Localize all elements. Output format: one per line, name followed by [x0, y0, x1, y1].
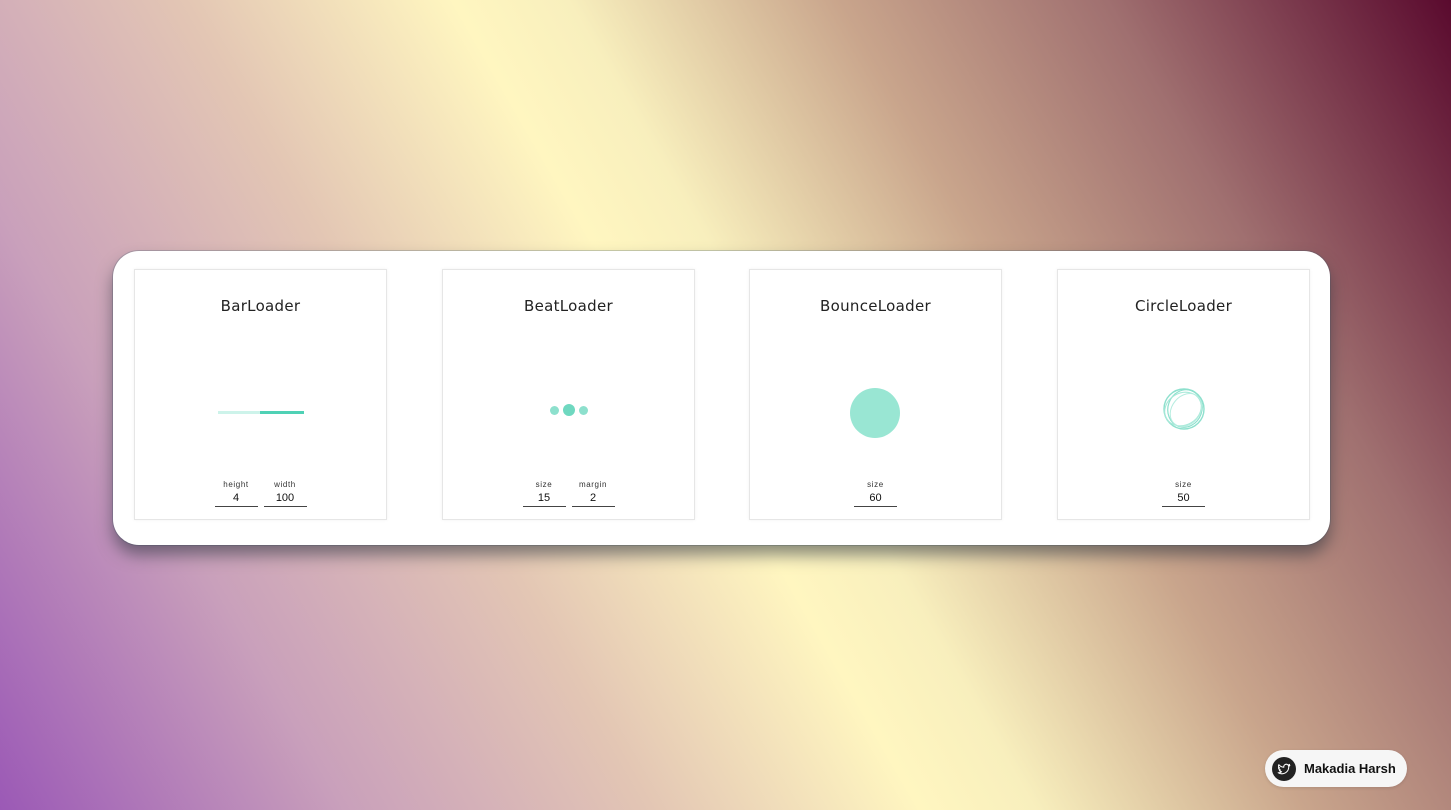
bar-loader-demo	[135, 330, 386, 460]
margin-control: margin	[571, 479, 615, 507]
size-input[interactable]	[854, 490, 897, 507]
height-label: height	[223, 480, 249, 489]
author-name: Makadia Harsh	[1304, 761, 1396, 776]
size-label: size	[535, 480, 553, 489]
beat-dot	[562, 404, 575, 416]
loaders-panel: BarLoader height width BeatLoader	[113, 251, 1330, 545]
beat-dot	[549, 405, 559, 415]
bar-loader-card: BarLoader height width	[134, 269, 387, 520]
circle-loader-demo	[1058, 330, 1309, 460]
beat-loader-dots	[443, 404, 694, 416]
width-input[interactable]	[263, 490, 307, 507]
beat-loader-controls: size margin	[443, 479, 694, 507]
circle-loader-card: CircleLoader size	[1057, 269, 1310, 520]
beat-loader-card: BeatLoader size margin	[442, 269, 695, 520]
author-badge[interactable]: Makadia Harsh	[1265, 750, 1407, 787]
circle-loader-controls: size	[1058, 479, 1309, 507]
size-control: size	[854, 479, 897, 507]
size-label: size	[867, 480, 884, 489]
card-title: BounceLoader	[820, 297, 931, 315]
bounce-loader-card: BounceLoader size	[749, 269, 1002, 520]
bounce-loader-demo	[750, 330, 1001, 460]
beat-dot	[578, 405, 588, 415]
bar-loader-fill	[260, 411, 304, 414]
height-control: height	[214, 479, 258, 507]
size-control: size	[522, 479, 566, 507]
size-control: size	[1162, 479, 1205, 507]
bounce-loader-controls: size	[750, 479, 1001, 507]
circle-loader-rings	[1163, 388, 1205, 430]
margin-label: margin	[578, 480, 608, 489]
height-input[interactable]	[214, 490, 258, 507]
size-label: size	[1175, 480, 1192, 489]
card-title: CircleLoader	[1134, 297, 1233, 315]
card-title: BarLoader	[220, 297, 301, 315]
size-input[interactable]	[522, 490, 566, 507]
bar-loader-controls: height width	[135, 479, 386, 507]
twitter-bird-icon	[1272, 756, 1296, 781]
beat-loader-demo	[443, 330, 694, 460]
width-label: width	[274, 480, 296, 489]
bounce-loader-circle	[850, 388, 900, 438]
bar-loader-track	[218, 411, 304, 414]
card-title: BeatLoader	[524, 297, 613, 315]
width-control: width	[263, 479, 307, 507]
margin-input[interactable]	[571, 490, 615, 507]
size-input[interactable]	[1162, 490, 1205, 507]
